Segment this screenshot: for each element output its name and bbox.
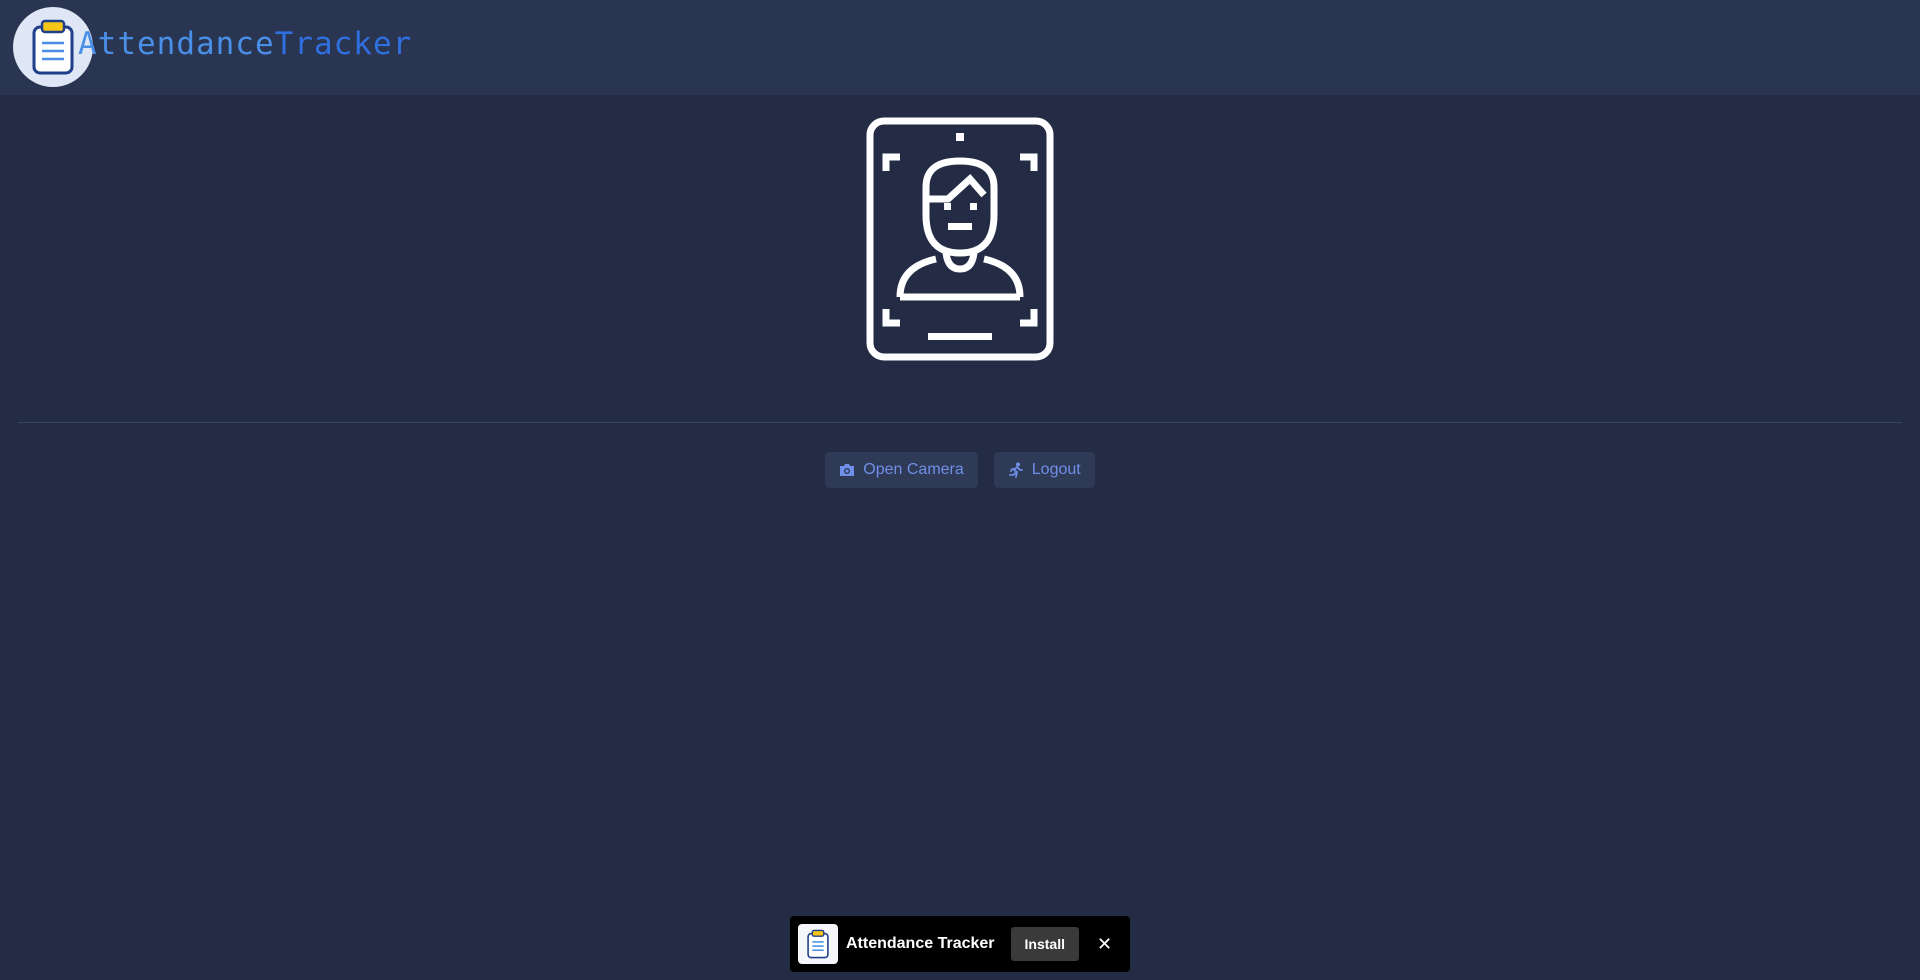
face-id-phone-icon — [866, 117, 1054, 361]
logout-button[interactable]: Logout — [993, 452, 1095, 488]
clipboard-icon — [807, 929, 829, 959]
install-button[interactable]: Install — [1010, 927, 1079, 961]
divider — [18, 422, 1902, 423]
camera-icon — [840, 464, 855, 476]
logout-label: Logout — [1031, 461, 1081, 478]
open-camera-label: Open Camera — [863, 461, 964, 478]
app-title-part1: Attendance — [78, 26, 275, 62]
clipboard-icon — [32, 19, 74, 75]
open-camera-button[interactable]: Open Camera — [825, 452, 978, 488]
face-id-illustration — [866, 117, 1054, 361]
running-person-icon — [1008, 462, 1023, 478]
app-title: AttendanceTracker — [78, 26, 412, 62]
install-banner-title: Attendance Tracker — [846, 935, 995, 952]
action-bar: Open Camera Logout — [0, 452, 1920, 488]
app-header: AttendanceTracker — [0, 0, 1920, 95]
close-icon[interactable]: ✕ — [1097, 935, 1112, 953]
install-banner: Attendance Tracker Install ✕ — [790, 916, 1130, 972]
app-title-part2: Tracker — [274, 26, 413, 62]
install-app-icon — [798, 924, 838, 964]
